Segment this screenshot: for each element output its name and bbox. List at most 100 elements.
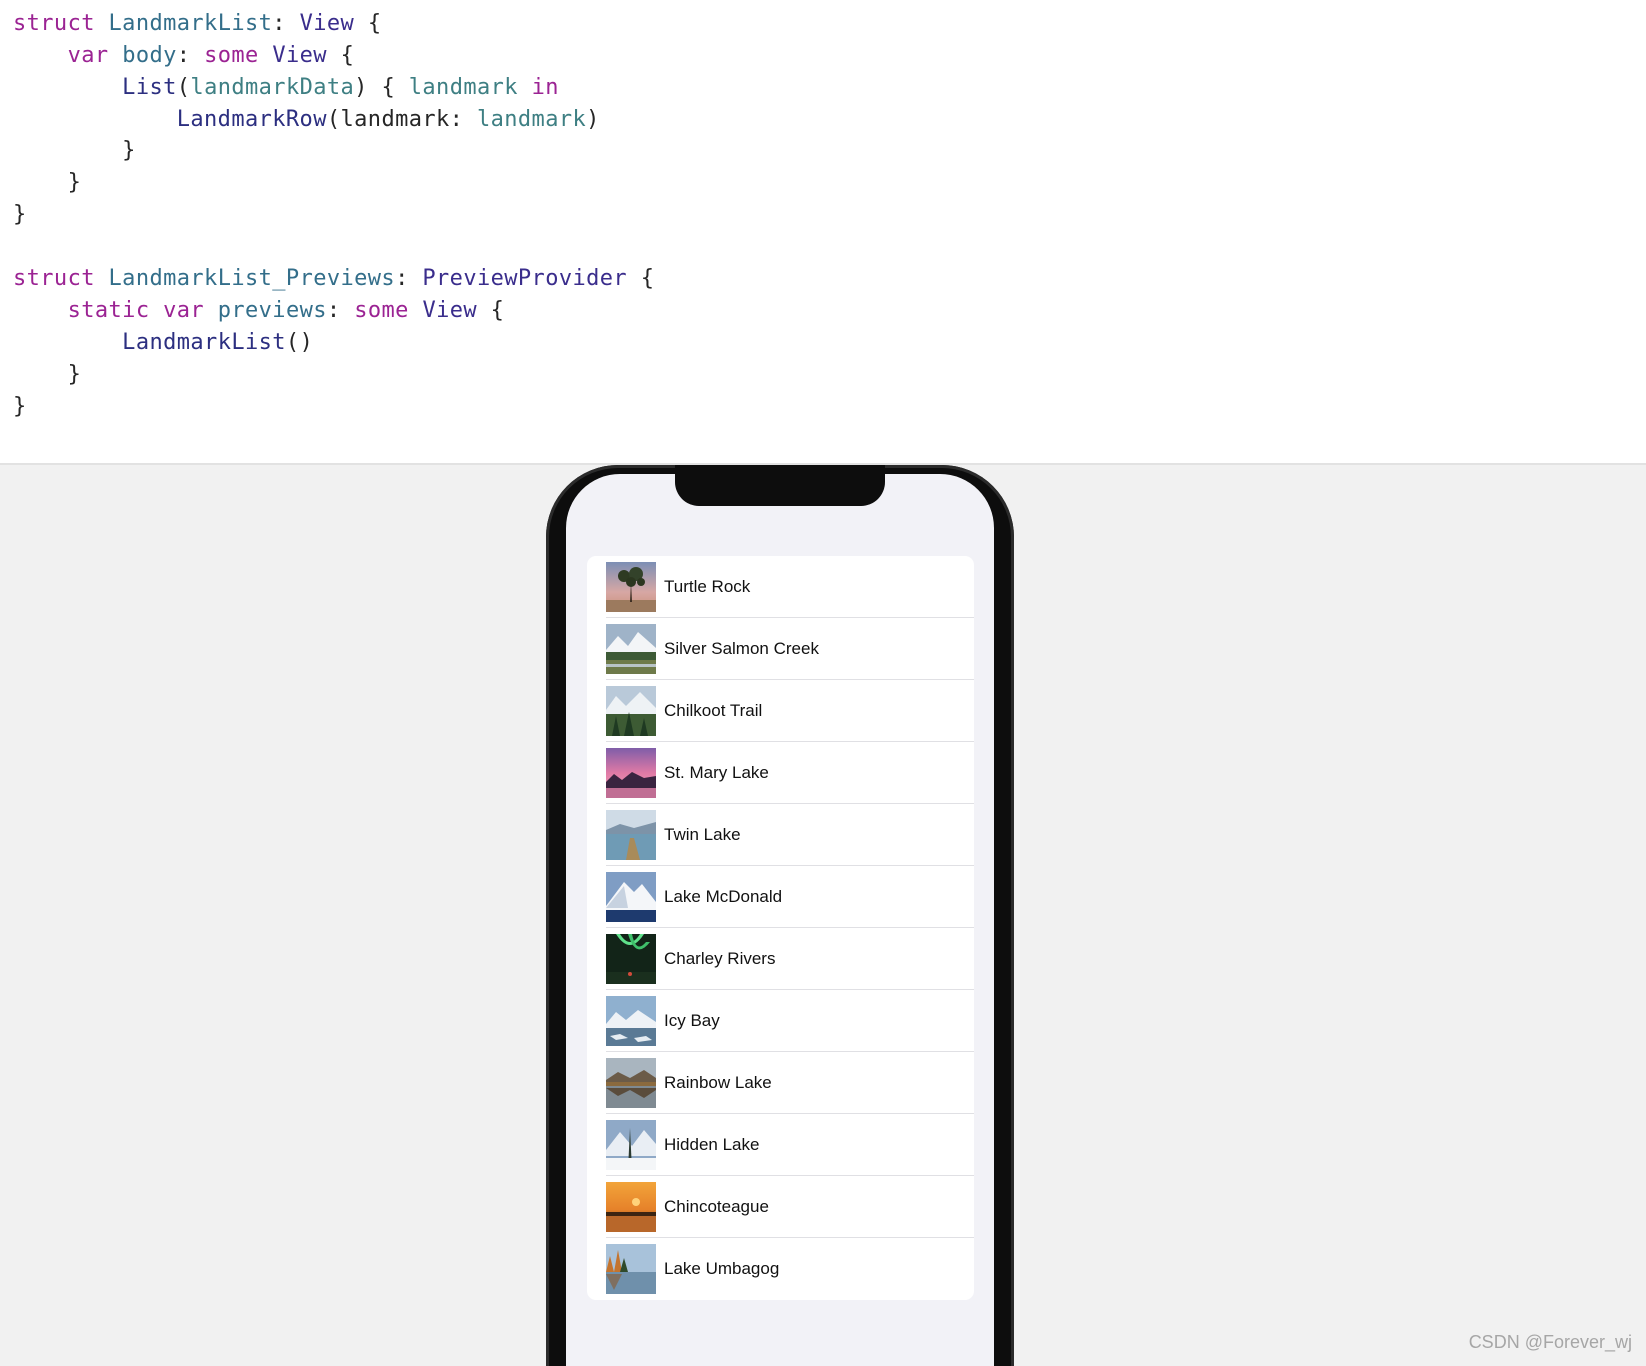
landmark-name: Lake Umbagog [664, 1259, 780, 1278]
code-token: View [272, 43, 327, 68]
code-line[interactable]: List(landmarkData) { landmark in [13, 72, 559, 104]
device-notch [675, 465, 885, 506]
code-token: ) { [354, 75, 409, 100]
code-token: List [122, 75, 177, 100]
landmark-row[interactable]: Twin Lake [587, 804, 974, 866]
code-token: } [13, 362, 82, 387]
code-line[interactable]: } [13, 359, 81, 391]
code-token: var [163, 298, 205, 323]
xcode-window: struct LandmarkList: View { var body: so… [0, 0, 1646, 1366]
landmark-name: St. Mary Lake [664, 763, 769, 782]
code-token: in [531, 75, 559, 100]
code-token: } [13, 202, 27, 227]
landmark-name: Turtle Rock [664, 577, 751, 596]
code-token: View [299, 11, 355, 36]
landmark-thumbnail [606, 1120, 656, 1170]
code-editor[interactable]: struct LandmarkList: View { var body: so… [0, 0, 1646, 464]
code-token: : [176, 43, 205, 68]
code-token: PreviewProvider [422, 266, 628, 291]
code-token: { [627, 266, 655, 291]
landmark-thumbnail [606, 1182, 656, 1232]
landmark-row[interactable]: Chincoteague [587, 1176, 974, 1238]
landmark-row[interactable]: Lake Umbagog [587, 1238, 974, 1300]
code-token: } [13, 138, 136, 163]
landmark-row[interactable]: Chilkoot Trail [587, 680, 974, 742]
code-token: { [354, 11, 382, 36]
code-token: { [477, 298, 505, 323]
landmark-row[interactable]: Charley Rivers [587, 928, 974, 990]
code-line[interactable]: } [13, 391, 27, 423]
landmark-list[interactable]: Turtle Rock Silver Salmon Creek Chilkoot T… [587, 556, 974, 1300]
code-token: previews [217, 298, 327, 323]
landmark-name: Rainbow Lake [664, 1073, 772, 1092]
landmark-thumbnail [606, 1244, 656, 1294]
code-line[interactable]: struct LandmarkList: View { [13, 8, 381, 40]
landmark-name: Charley Rivers [664, 949, 776, 968]
code-line[interactable]: LandmarkList() [13, 327, 313, 359]
landmark-thumbnail [606, 686, 656, 736]
landmark-name: Twin Lake [664, 825, 741, 844]
landmark-thumbnail [606, 810, 656, 860]
code-line[interactable]: } [13, 135, 136, 167]
code-token: : [395, 266, 423, 291]
landmark-name: Lake McDonald [664, 887, 783, 906]
landmark-name: Hidden Lake [664, 1135, 760, 1154]
landmark-row[interactable]: Icy Bay [587, 990, 974, 1052]
code-token: View [422, 298, 478, 323]
landmark-name: Chincoteague [664, 1197, 769, 1216]
code-token: LandmarkList [108, 11, 273, 36]
landmark-thumbnail [606, 996, 656, 1046]
code-token: some [354, 298, 409, 323]
landmark-row[interactable]: Silver Salmon Creek [587, 618, 974, 680]
landmark-name: Icy Bay [664, 1011, 720, 1030]
code-token: landmarkData [190, 75, 355, 100]
landmark-thumbnail [606, 562, 656, 612]
landmark-row[interactable]: Hidden Lake [587, 1114, 974, 1176]
code-line[interactable]: LandmarkRow(landmark: landmark) [13, 104, 600, 136]
code-token: : [326, 298, 355, 323]
code-line[interactable]: static var previews: some View { [13, 295, 504, 327]
code-token: struct [13, 11, 95, 36]
code-token: () [285, 330, 314, 355]
code-line[interactable]: } [13, 199, 27, 231]
landmark-name: Silver Salmon Creek [664, 639, 819, 658]
landmark-row[interactable]: Turtle Rock [587, 556, 974, 618]
landmark-thumbnail [606, 748, 656, 798]
landmark-row[interactable]: St. Mary Lake [587, 742, 974, 804]
code-token: some [204, 43, 259, 68]
code-token: LandmarkRow [176, 107, 327, 132]
code-token: ( [176, 75, 191, 100]
code-line[interactable]: var body: some View { [13, 40, 354, 72]
code-token: } [13, 394, 27, 419]
code-token: landmark [476, 107, 587, 132]
landmark-thumbnail [606, 934, 656, 984]
code-line[interactable]: struct LandmarkList_Previews: PreviewPro… [13, 263, 654, 295]
landmark-row[interactable]: Lake McDonald [587, 866, 974, 928]
landmark-thumbnail [606, 872, 656, 922]
code-token: LandmarkList_Previews [108, 266, 396, 291]
code-token: : [272, 11, 300, 36]
code-token: LandmarkList [122, 330, 286, 355]
code-token: landmark [408, 75, 518, 100]
landmark-thumbnail [606, 624, 656, 674]
landmark-thumbnail [606, 1058, 656, 1108]
code-token: body [122, 43, 177, 68]
code-line[interactable]: } [13, 167, 81, 199]
landmark-row[interactable]: Rainbow Lake [587, 1052, 974, 1114]
code-token: struct [13, 266, 95, 291]
watermark: CSDN @Forever_wj [1468, 1332, 1632, 1352]
code-token: var [67, 43, 109, 68]
